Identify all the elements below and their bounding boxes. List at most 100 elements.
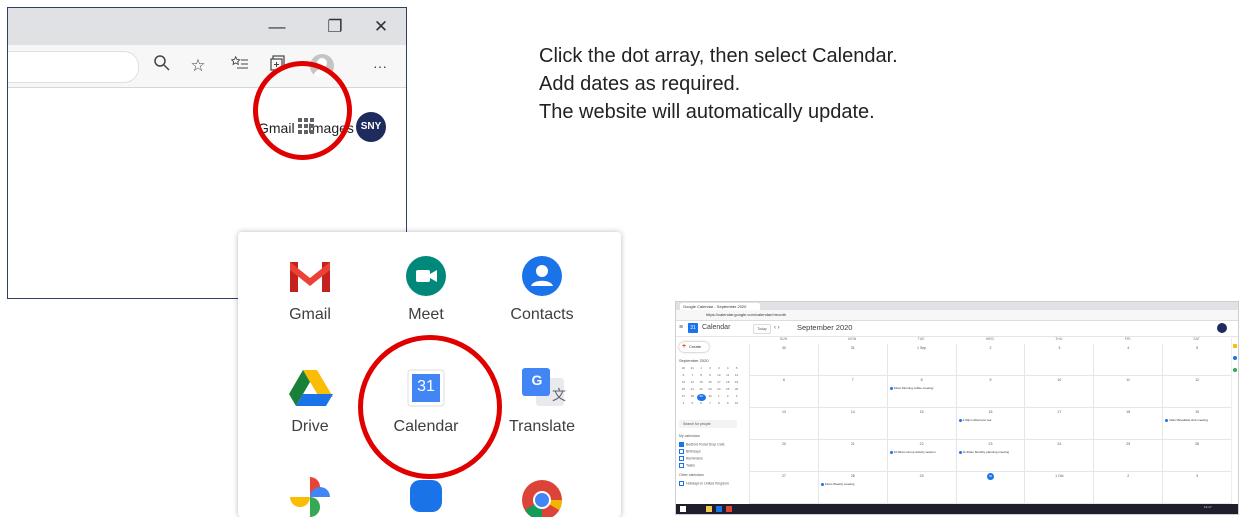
mini-calendar-day[interactable]: 5 (688, 401, 697, 408)
day-number[interactable]: 5 (1163, 346, 1231, 350)
mini-calendar-day[interactable]: 3 (714, 366, 723, 373)
calendar-checkbox[interactable]: Bedford Rural Drop Cafe (679, 442, 725, 447)
day-cell[interactable]: 27 (749, 472, 818, 504)
app-translate[interactable]: 文 G Translate (486, 348, 598, 452)
day-cell[interactable]: 18 (1093, 408, 1163, 440)
mini-calendar-day[interactable]: 8 (714, 401, 723, 408)
day-number[interactable]: 27 (750, 474, 818, 478)
day-number[interactable]: 28 (819, 474, 887, 478)
day-cell[interactable]: 21 (817, 440, 887, 472)
day-number[interactable]: 2 (957, 346, 1025, 350)
mini-calendar-day[interactable]: 9 (723, 401, 732, 408)
chrome-icon[interactable] (518, 476, 566, 517)
explorer-icon[interactable] (706, 506, 712, 512)
day-number[interactable]: 25 (1094, 442, 1162, 446)
calendar-event[interactable]: 10am Breakfast club meeting (1165, 418, 1208, 422)
day-number[interactable]: 2 (1094, 474, 1162, 478)
mini-calendar-day[interactable]: 6 (697, 401, 706, 408)
duo-icon[interactable] (402, 474, 450, 517)
day-cell[interactable]: 8 (886, 376, 956, 408)
mini-calendar-day[interactable]: 8 (697, 373, 706, 380)
mini-calendar-day[interactable]: 12 (732, 373, 741, 380)
calendar-event[interactable]: 10am Morning coffee meeting (890, 386, 934, 390)
day-cell[interactable]: 1 Oct (1024, 472, 1094, 504)
mini-calendar[interactable]: 30 31 1 2 3 4 5 6 7 8 9 10 11 12 13 14 15 16 17 18 19 20 21 22 2… (679, 366, 741, 414)
day-cell[interactable]: 29 (886, 472, 956, 504)
month-nav-arrows[interactable]: ‹ › (774, 323, 780, 333)
day-number[interactable]: 13 (750, 410, 818, 414)
more-icon[interactable]: ··· (368, 54, 392, 78)
mini-calendar-day[interactable]: 30 (706, 394, 715, 401)
mini-calendar-day[interactable]: 10 (732, 401, 741, 408)
mini-calendar-day[interactable]: 11 (723, 373, 732, 380)
mini-calendar-day[interactable]: 22 (697, 387, 706, 394)
day-number[interactable]: 22 (888, 442, 956, 446)
chrome-taskbar-icon[interactable] (726, 506, 732, 512)
calendar-event[interactable]: 11:30am Monthly planning meeting (959, 450, 1009, 454)
day-cell[interactable]: 16 (955, 408, 1025, 440)
day-cell[interactable]: 26 (1162, 440, 1231, 472)
today-button[interactable]: Today (753, 324, 771, 334)
day-number[interactable]: 3 (1163, 474, 1231, 478)
minimize-icon[interactable]: — (266, 16, 288, 38)
search-people-input[interactable]: Search for people (679, 420, 737, 428)
favorites-list-icon[interactable] (228, 54, 252, 78)
day-number[interactable]: 31 (819, 346, 887, 350)
day-cell[interactable]: 22 (886, 440, 956, 472)
app-drive[interactable]: Drive (254, 348, 366, 452)
day-number[interactable]: 30 (750, 346, 818, 350)
mini-calendar-day[interactable]: 4 (679, 401, 688, 408)
day-number[interactable]: 11 (1094, 378, 1162, 382)
mini-calendar-day[interactable]: 25 (723, 387, 732, 394)
day-cell[interactable]: 10 (1024, 376, 1094, 408)
calendar-account-avatar[interactable] (1217, 323, 1227, 333)
create-button[interactable]: + Create (679, 342, 709, 352)
zoom-icon[interactable] (150, 54, 174, 78)
day-cell[interactable]: 31 (817, 344, 887, 376)
day-cell[interactable]: 17 (1024, 408, 1094, 440)
day-cell[interactable]: 30 (955, 472, 1025, 504)
mini-calendar-day[interactable]: 19 (732, 380, 741, 387)
day-number[interactable]: 26 (1163, 442, 1231, 446)
mini-calendar-day[interactable]: 17 (714, 380, 723, 387)
favorite-star-icon[interactable]: ☆ (186, 54, 210, 78)
day-cell[interactable]: 2 (955, 344, 1025, 376)
mini-calendar-day[interactable]: 20 (679, 387, 688, 394)
day-cell[interactable]: 20 (749, 440, 818, 472)
day-cell[interactable]: 12 (1162, 376, 1231, 408)
app-contacts[interactable]: Contacts (486, 236, 598, 340)
day-cell[interactable]: 4 (1093, 344, 1163, 376)
day-number[interactable]: 20 (750, 442, 818, 446)
app-meet[interactable]: Meet (370, 236, 482, 340)
mini-calendar-day[interactable]: 27 (679, 394, 688, 401)
day-cell[interactable]: 24 (1024, 440, 1094, 472)
tasks-icon[interactable] (1233, 356, 1237, 360)
mini-calendar-day[interactable]: 1 (714, 394, 723, 401)
edge-icon[interactable] (716, 506, 722, 512)
day-number[interactable]: 29 (888, 474, 956, 478)
mini-calendar-day[interactable]: 2 (723, 394, 732, 401)
day-number[interactable]: 9 (957, 378, 1025, 382)
calendar-event[interactable]: 2:30pm Afternoon tea (959, 418, 992, 422)
app-gmail[interactable]: Gmail (254, 236, 366, 340)
mini-calendar-day[interactable]: 2 (706, 366, 715, 373)
day-number[interactable]: 1 Sep (888, 346, 956, 350)
day-number[interactable]: 30 (986, 473, 994, 480)
mini-calendar-day[interactable]: 24 (714, 387, 723, 394)
mini-calendar-day[interactable]: 30 (679, 366, 688, 373)
day-number[interactable]: 6 (750, 378, 818, 382)
day-cell[interactable]: 1 Sep (886, 344, 956, 376)
close-icon[interactable]: ✕ (370, 16, 392, 38)
mini-calendar-day[interactable]: 7 (688, 373, 697, 380)
day-cell[interactable]: 15 (886, 408, 956, 440)
mini-calendar-day[interactable]: 10 (714, 373, 723, 380)
day-number[interactable]: 4 (1094, 346, 1162, 350)
day-cell[interactable]: 3 (1024, 344, 1094, 376)
calendar-checkbox[interactable]: Holidays in United Kingdom (679, 481, 729, 486)
day-number[interactable]: 10 (1025, 378, 1093, 382)
restore-icon[interactable]: ❐ (324, 16, 346, 38)
day-number[interactable]: 16 (957, 410, 1025, 414)
day-number[interactable]: 3 (1025, 346, 1093, 350)
day-cell[interactable]: 28 (817, 472, 887, 504)
day-cell[interactable]: 2 (1093, 472, 1163, 504)
